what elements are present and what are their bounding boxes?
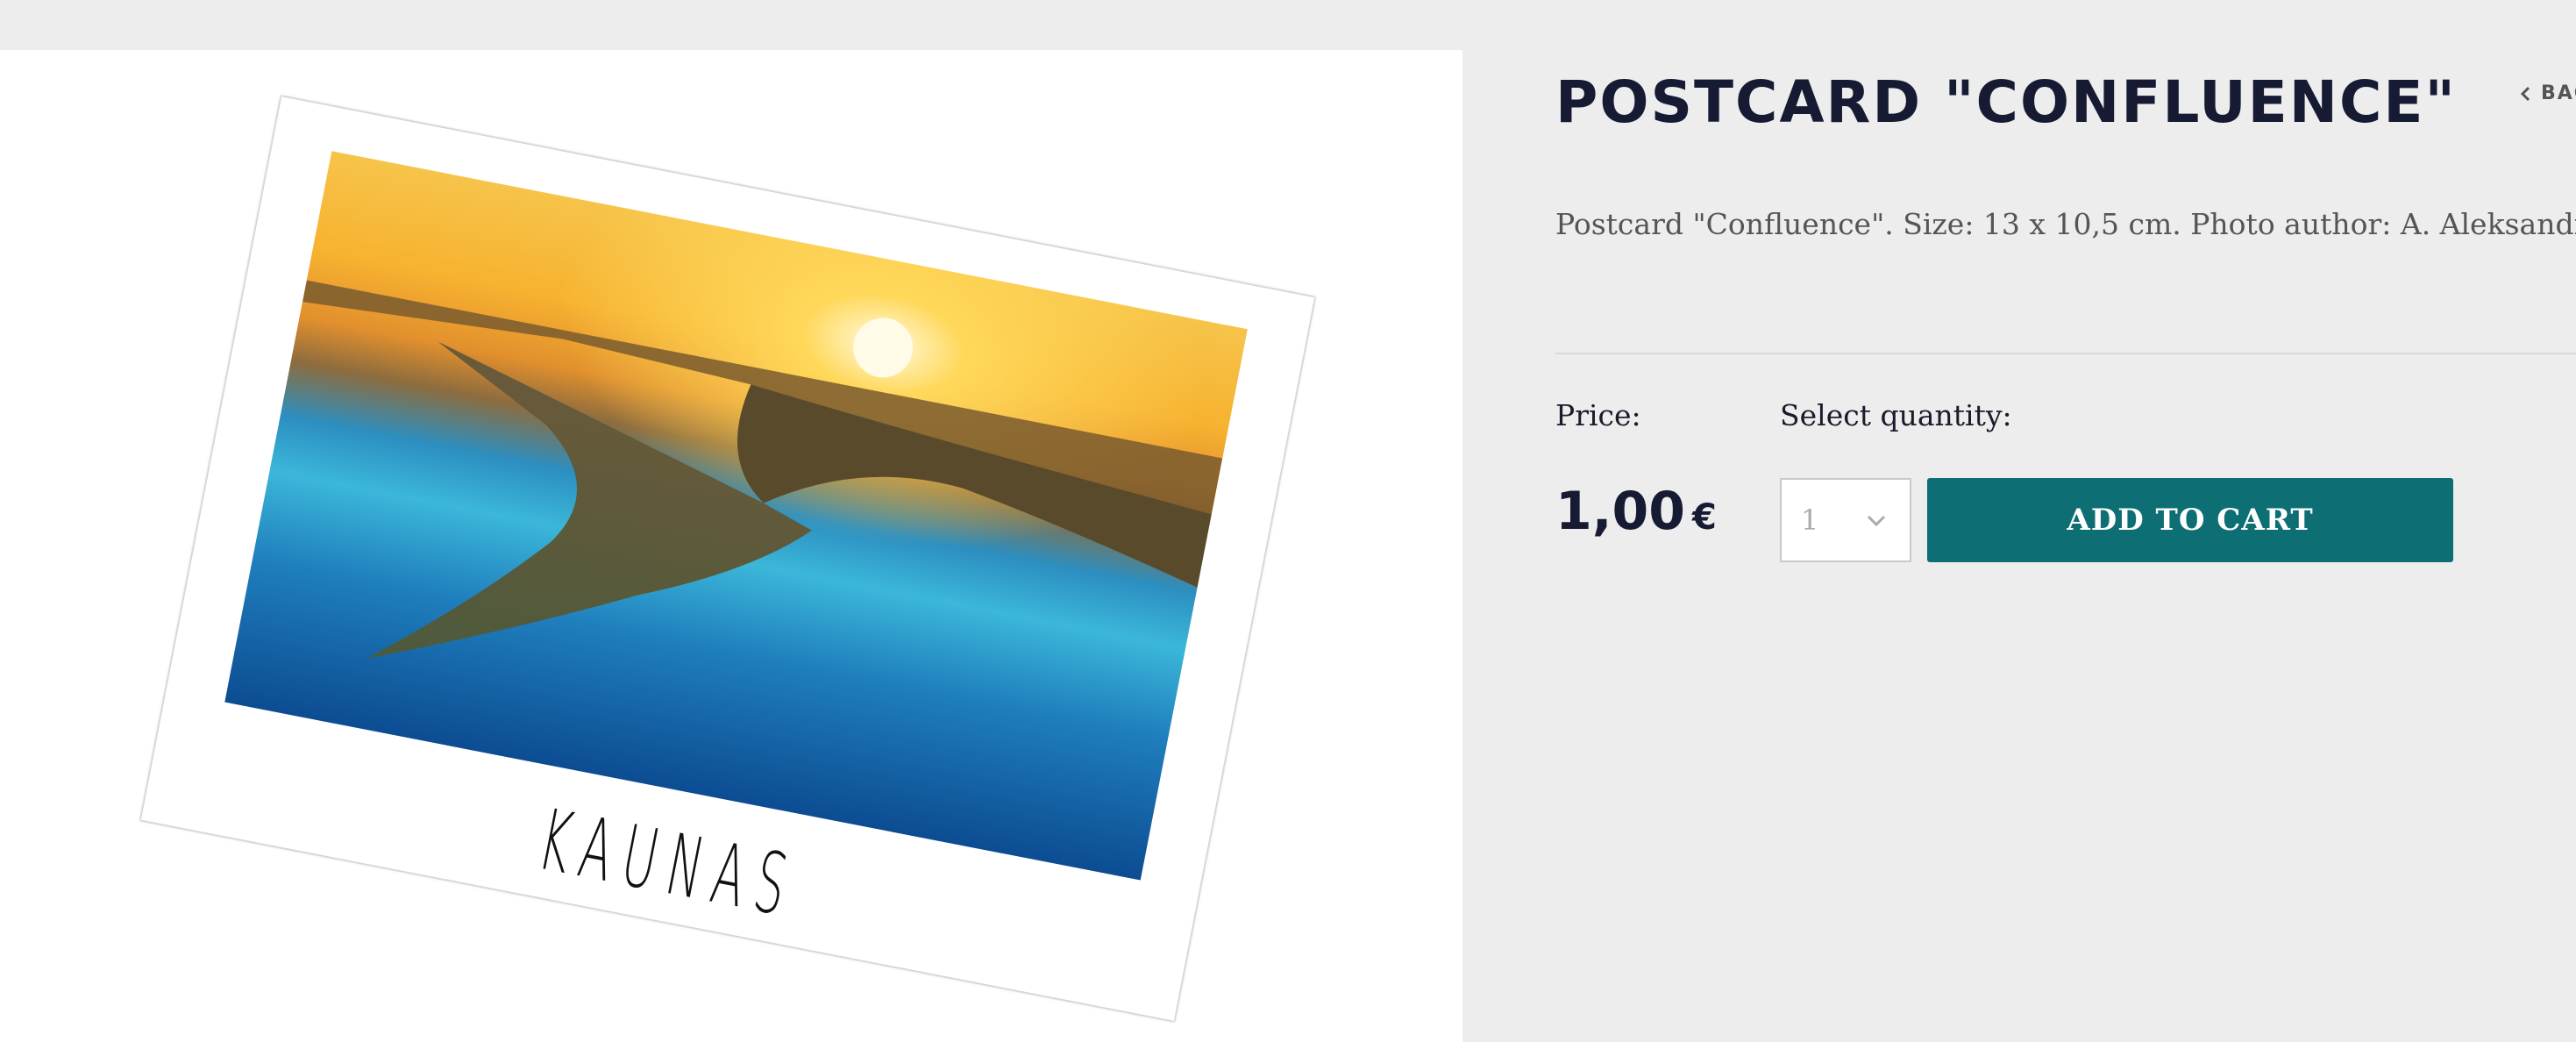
product-page: KAUNAS POSTCARD "CONFLUENCE" BAC Postcar…: [0, 0, 2576, 1042]
landscape-illustration: [224, 151, 1248, 881]
price-amount: 1,00: [1555, 481, 1686, 542]
add-to-cart-button[interactable]: ADD TO CART: [1927, 478, 2453, 562]
back-link-label: BAC: [2541, 82, 2576, 104]
chevron-left-icon: [2520, 86, 2530, 101]
back-link[interactable]: BAC: [2520, 82, 2576, 104]
product-description: Postcard "Confluence". Size: 13 x 10,5 c…: [1555, 207, 2576, 241]
product-title: POSTCARD "CONFLUENCE": [1555, 68, 2457, 136]
price-currency: €: [1692, 497, 1717, 538]
product-image[interactable]: KAUNAS: [140, 96, 1315, 1021]
quantity-label: Select quantity:: [1780, 398, 2012, 432]
price-value: 1,00 €: [1555, 481, 1717, 542]
divider: [1555, 353, 2576, 354]
chevron-down-icon: [1867, 515, 1886, 527]
price-label: Price:: [1555, 398, 1641, 432]
quantity-selected-value: 1: [1801, 503, 1819, 537]
postcard-photo: [224, 151, 1248, 881]
quantity-select[interactable]: 1: [1780, 478, 1911, 562]
product-details: POSTCARD "CONFLUENCE" BAC Postcard "Conf…: [1555, 0, 2576, 1042]
product-image-panel: KAUNAS: [0, 50, 1462, 1042]
